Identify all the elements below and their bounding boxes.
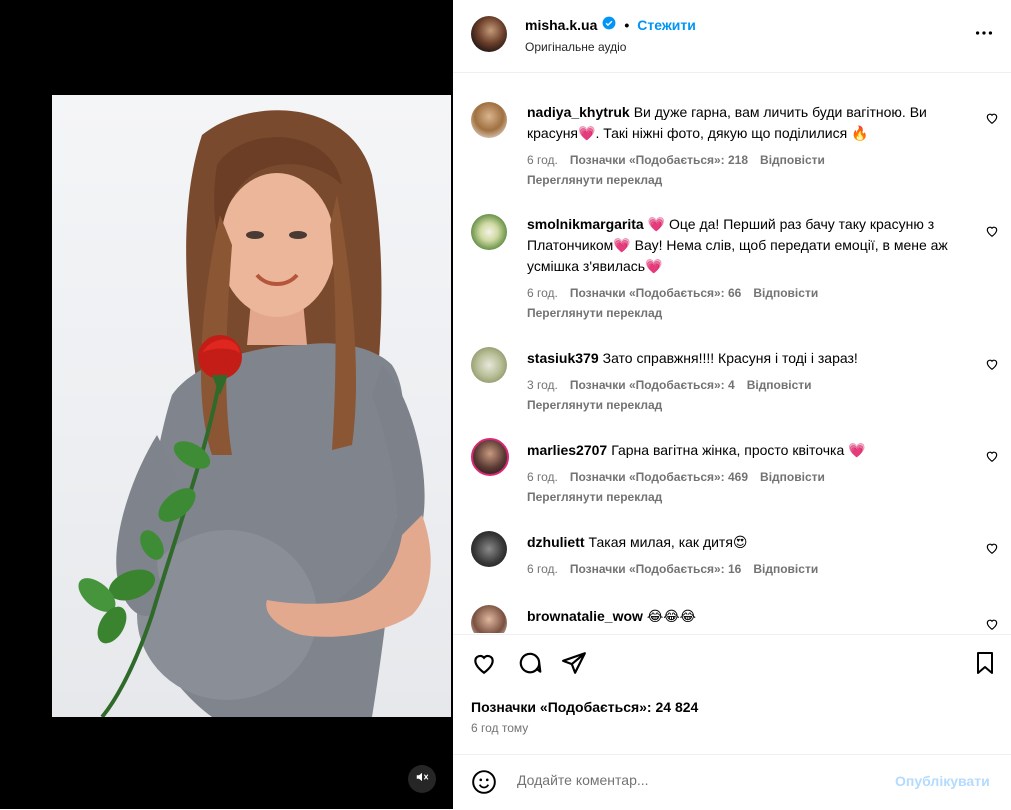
post-time-ago: 6 год тому bbox=[471, 721, 529, 735]
comment-likes[interactable]: Позначки «Подобається»: 4 bbox=[570, 378, 735, 392]
reply-button[interactable]: Відповісти bbox=[760, 470, 825, 484]
reply-button[interactable]: Відповісти bbox=[760, 153, 825, 167]
verified-badge-icon bbox=[602, 16, 616, 33]
reply-button[interactable]: Відповісти bbox=[747, 378, 812, 392]
comments-list[interactable]: nadiya_khytruk Ви дуже гарна, вам личить … bbox=[453, 73, 1011, 633]
smiley-icon[interactable] bbox=[471, 769, 497, 800]
commenter-avatar[interactable] bbox=[471, 214, 507, 250]
follow-button[interactable]: Стежити bbox=[637, 17, 696, 33]
commenter-username[interactable]: nadiya_khytruk bbox=[527, 104, 630, 120]
comment-text: Такая милая, как дитя😍 bbox=[588, 534, 748, 550]
comment-text: 😂😂😂 bbox=[646, 608, 696, 624]
heart-icon[interactable] bbox=[985, 224, 999, 238]
comment-time: 6 год. bbox=[527, 470, 558, 484]
reply-button[interactable]: Відповісти bbox=[753, 286, 818, 300]
comment-likes[interactable]: Позначки «Подобається»: 66 bbox=[570, 286, 741, 300]
comment-input[interactable] bbox=[515, 771, 879, 789]
commenter-username[interactable]: stasiuk379 bbox=[527, 350, 599, 366]
comment-likes[interactable]: Позначки «Подобається»: 469 bbox=[570, 470, 748, 484]
commenter-avatar[interactable] bbox=[471, 347, 507, 383]
commenter-avatar[interactable] bbox=[471, 438, 509, 476]
more-dots-icon[interactable] bbox=[973, 22, 995, 49]
speaker-muted-icon bbox=[415, 770, 429, 789]
commenter-username[interactable]: marlies2707 bbox=[527, 442, 607, 458]
heart-icon[interactable] bbox=[985, 617, 999, 631]
comment-text: Гарна вагітна жінка, просто квіточка 💗 bbox=[611, 442, 866, 458]
post-media[interactable] bbox=[0, 0, 453, 809]
separator-dot: • bbox=[624, 16, 630, 33]
comment-likes[interactable]: Позначки «Подобається»: 16 bbox=[570, 562, 741, 576]
heart-icon[interactable] bbox=[985, 357, 999, 371]
post-comment-button[interactable]: Опублікувати bbox=[895, 773, 990, 789]
comment-time: 6 год. bbox=[527, 286, 558, 300]
comment-likes[interactable]: Позначки «Подобається»: 218 bbox=[570, 153, 748, 167]
comment-time: 6 год. bbox=[527, 562, 558, 576]
translate-button[interactable]: Переглянути переклад bbox=[527, 398, 662, 412]
comment-time: 3 год. bbox=[527, 378, 558, 392]
heart-icon[interactable] bbox=[985, 111, 999, 125]
heart-icon[interactable] bbox=[985, 541, 999, 555]
bookmark-icon[interactable] bbox=[973, 650, 997, 681]
comment-text: Зато справжня!!!! Красуня і тоді і зараз… bbox=[602, 350, 858, 366]
author-avatar[interactable] bbox=[471, 16, 507, 52]
add-comment-bar: Опублікувати bbox=[453, 754, 1011, 810]
author-username[interactable]: misha.k.ua bbox=[525, 17, 597, 33]
post-side-panel: misha.k.ua • Стежити Оригінальне аудіо n… bbox=[453, 0, 1011, 809]
mute-button[interactable] bbox=[408, 765, 436, 793]
commenter-avatar[interactable] bbox=[471, 605, 507, 633]
send-icon[interactable] bbox=[561, 650, 587, 681]
commenter-avatar[interactable] bbox=[471, 531, 507, 567]
heart-icon[interactable] bbox=[985, 449, 999, 463]
commenter-username[interactable]: dzhuliett bbox=[527, 534, 585, 550]
post-photo bbox=[52, 95, 451, 717]
commenter-avatar[interactable] bbox=[471, 102, 507, 138]
audio-label[interactable]: Оригінальне аудіо bbox=[525, 40, 626, 54]
post-actions: Позначки «Подобається»: 24 824 6 год том… bbox=[453, 634, 1011, 755]
comment-icon[interactable] bbox=[517, 650, 543, 681]
likes-count[interactable]: Позначки «Подобається»: 24 824 bbox=[471, 699, 698, 715]
commenter-username[interactable]: brownatalie_wow bbox=[527, 608, 643, 624]
commenter-username[interactable]: smolnikmargarita bbox=[527, 216, 644, 232]
post-header: misha.k.ua • Стежити Оригінальне аудіо bbox=[453, 0, 1011, 73]
translate-button[interactable]: Переглянути переклад bbox=[527, 173, 662, 187]
reply-button[interactable]: Відповісти bbox=[753, 562, 818, 576]
comment-time: 6 год. bbox=[527, 153, 558, 167]
translate-button[interactable]: Переглянути переклад bbox=[527, 306, 662, 320]
heart-icon[interactable] bbox=[471, 650, 497, 681]
translate-button[interactable]: Переглянути переклад bbox=[527, 490, 662, 504]
